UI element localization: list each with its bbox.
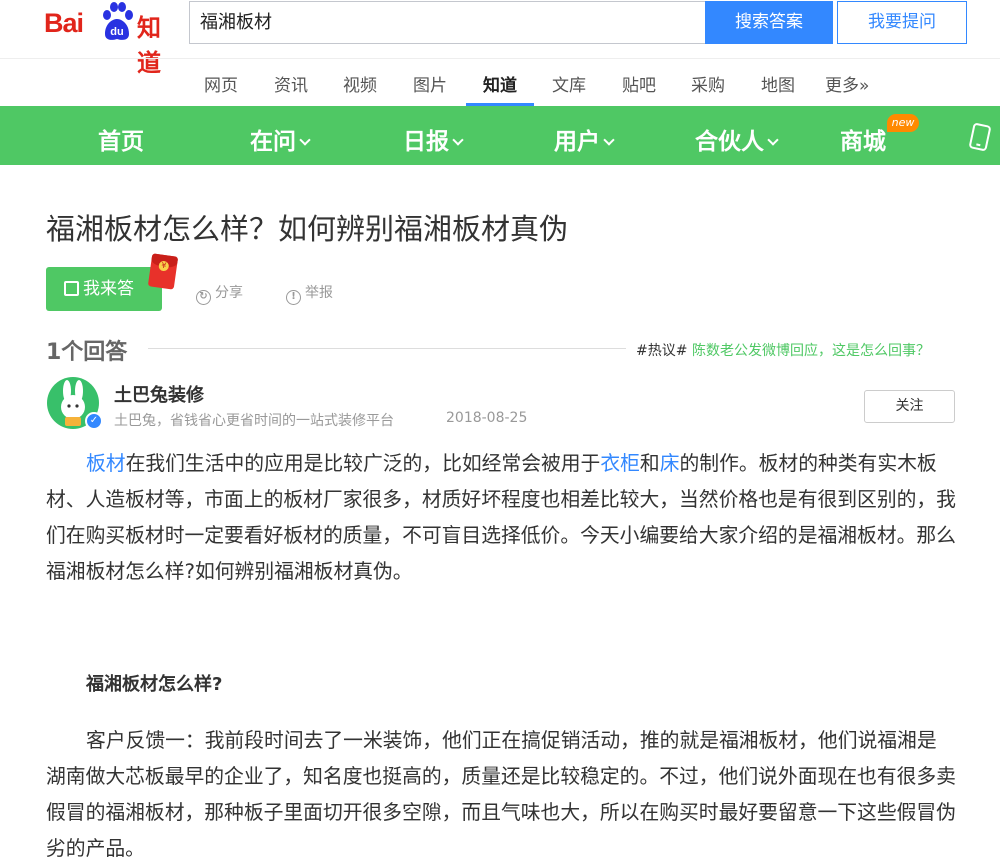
section-heading: 福湘板材怎么样?	[86, 674, 223, 695]
share-link[interactable]: ↻ 分享	[196, 282, 243, 305]
baidu-zhidao-logo[interactable]: Bai du 知道	[44, 2, 180, 77]
new-badge: new	[887, 114, 919, 132]
search-answers-button[interactable]: 搜索答案	[705, 1, 833, 44]
baidu-paw-icon: du	[103, 2, 133, 40]
nav-mall-label: 商城	[840, 129, 886, 155]
share-icon: ↻	[196, 290, 211, 305]
logo-text-du: du	[110, 26, 123, 38]
answer-button-label: 我来答	[83, 279, 134, 299]
paragraph-text: 在我们生活中的应用是比较广泛的，比如经常会被用于	[125, 452, 601, 475]
answer-count: 1个回答	[46, 340, 128, 365]
answer-date: 2018-08-25	[446, 410, 528, 426]
channel-images[interactable]: 图片	[413, 71, 447, 96]
answer-paragraph-1: 板材在我们生活中的应用是比较广泛的，比如经常会被用于衣柜和床的制作。板材的种类有…	[46, 446, 956, 590]
channel-web[interactable]: 网页	[204, 71, 238, 96]
nav-users[interactable]: 用户	[554, 122, 615, 156]
channel-news[interactable]: 资讯	[274, 71, 308, 96]
nav-partner-label: 合伙人	[695, 129, 764, 155]
chevron-down-icon	[767, 134, 779, 146]
hot-topic-tag: #热议#	[636, 343, 688, 359]
keyword-link-bed[interactable]: 床	[660, 452, 680, 475]
nav-partner[interactable]: 合伙人	[695, 122, 779, 156]
channel-zhidao[interactable]: 知道	[483, 71, 517, 96]
channel-tieba[interactable]: 贴吧	[622, 71, 656, 96]
nav-home-label: 首页	[98, 129, 144, 155]
answer-paragraph-2: 客户反馈一：我前段时间去了一米装饰，他们正在搞促销活动，推的就是福湘板材，他们说…	[46, 729, 956, 860]
paragraph-text: 和	[639, 452, 660, 475]
share-label: 分享	[215, 285, 243, 301]
nav-asking[interactable]: 在问	[250, 122, 311, 156]
keyword-link-board[interactable]: 板材	[86, 452, 126, 475]
nav-daily-label: 日报	[403, 129, 449, 155]
chevron-down-icon	[603, 134, 615, 146]
channel-more[interactable]: 更多»	[825, 71, 869, 96]
verified-badge-icon: ✓	[85, 412, 103, 430]
top-search-bar: Bai du 知道 福湘板材 搜索答案 我要提问	[0, 0, 1000, 77]
red-packet-icon	[147, 253, 179, 290]
edit-icon	[64, 281, 79, 296]
logo-text-bai: Bai	[44, 8, 84, 38]
report-label: 举报	[305, 285, 333, 301]
warning-icon: !	[286, 290, 301, 305]
question-title: 福湘板材怎么样？如何辨别福湘板材真伪	[46, 212, 569, 246]
author-name[interactable]: 土巴兔装修	[114, 381, 204, 407]
search-input[interactable]: 福湘板材	[189, 1, 706, 44]
channel-video[interactable]: 视频	[343, 71, 377, 96]
keyword-link-wardrobe[interactable]: 衣柜	[600, 452, 640, 475]
hot-topic-link[interactable]: 陈数老公发微博回应，这是怎么回事？	[692, 340, 930, 360]
nav-daily[interactable]: 日报	[403, 122, 464, 156]
nav-mall[interactable]: 商城	[840, 122, 886, 156]
report-link[interactable]: ! 举报	[286, 282, 333, 305]
channel-nav: 网页 资讯 视频 图片 知道 文库 贴吧 采购 地图 更多»	[0, 58, 1000, 106]
channel-wenku[interactable]: 文库	[552, 71, 586, 96]
channel-map[interactable]: 地图	[761, 71, 795, 96]
follow-button[interactable]: 关注	[864, 390, 955, 423]
chevron-down-icon	[299, 134, 311, 146]
answer-button[interactable]: 我来答	[46, 267, 162, 311]
author-description: 土巴兔，省钱省心更省时间的一站式装修平台	[114, 413, 394, 429]
ask-question-button[interactable]: 我要提问	[837, 1, 967, 44]
nav-home[interactable]: 首页	[98, 122, 144, 156]
nav-users-label: 用户	[554, 129, 600, 155]
zhidao-main-nav: 首页 在问 日报 用户 合伙人 商城	[0, 106, 1000, 165]
chevron-down-icon	[452, 134, 464, 146]
channel-purchase[interactable]: 采购	[691, 71, 725, 96]
divider	[148, 348, 626, 349]
nav-asking-label: 在问	[250, 129, 296, 155]
